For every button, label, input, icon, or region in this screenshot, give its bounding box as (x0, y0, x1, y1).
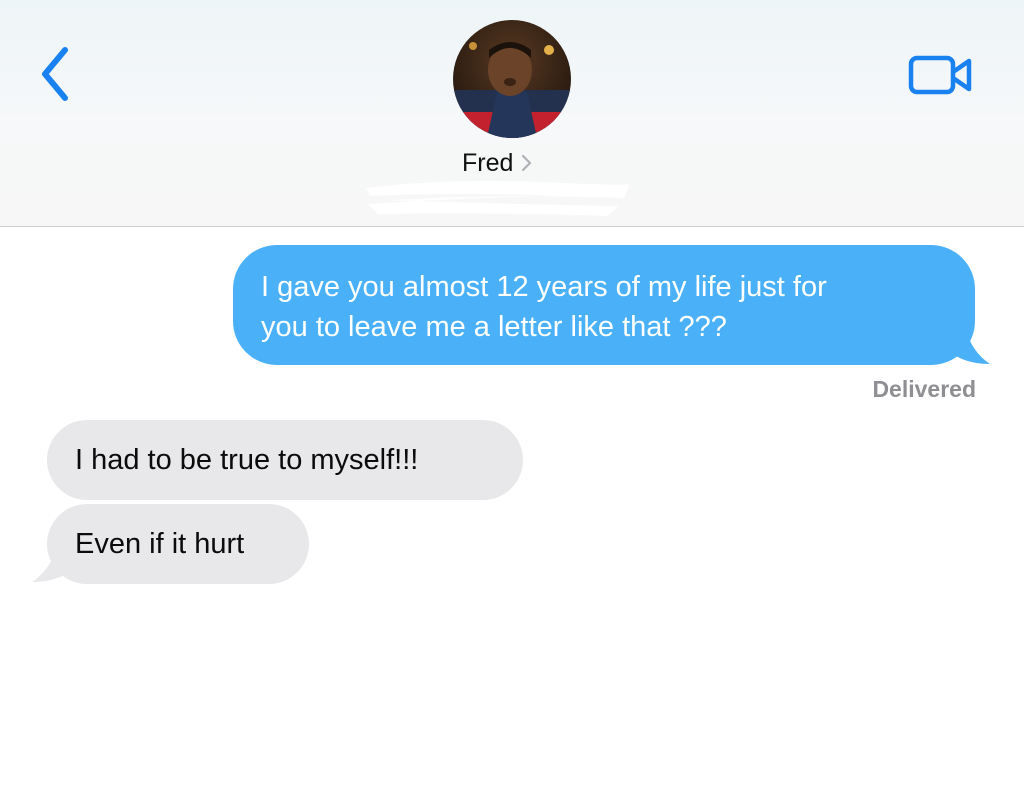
message-line: you to leave me a letter like that ??? (261, 311, 727, 343)
bubble-tail (32, 548, 70, 582)
redaction-mark (358, 168, 638, 224)
video-call-button[interactable] (904, 48, 978, 102)
contact-photo (453, 20, 571, 138)
message-line: I gave you almost 12 years of my life ju… (261, 271, 827, 303)
video-camera-icon (908, 55, 972, 95)
message-text: I had to be true to myself!!! (75, 444, 419, 476)
outgoing-message-bubble[interactable]: I gave you almost 12 years of my life ju… (233, 245, 975, 365)
avatar[interactable] (453, 20, 571, 138)
chevron-left-icon (42, 47, 68, 101)
incoming-message-bubble[interactable]: I had to be true to myself!!! (47, 420, 523, 500)
conversation-header: Fred (0, 0, 1024, 227)
bubble-tail (952, 330, 990, 364)
incoming-message-bubble[interactable]: Even if it hurt (47, 504, 309, 584)
back-button[interactable] (30, 42, 80, 106)
delivered-status: Delivered (872, 376, 976, 402)
message-text: Even if it hurt (75, 528, 245, 560)
